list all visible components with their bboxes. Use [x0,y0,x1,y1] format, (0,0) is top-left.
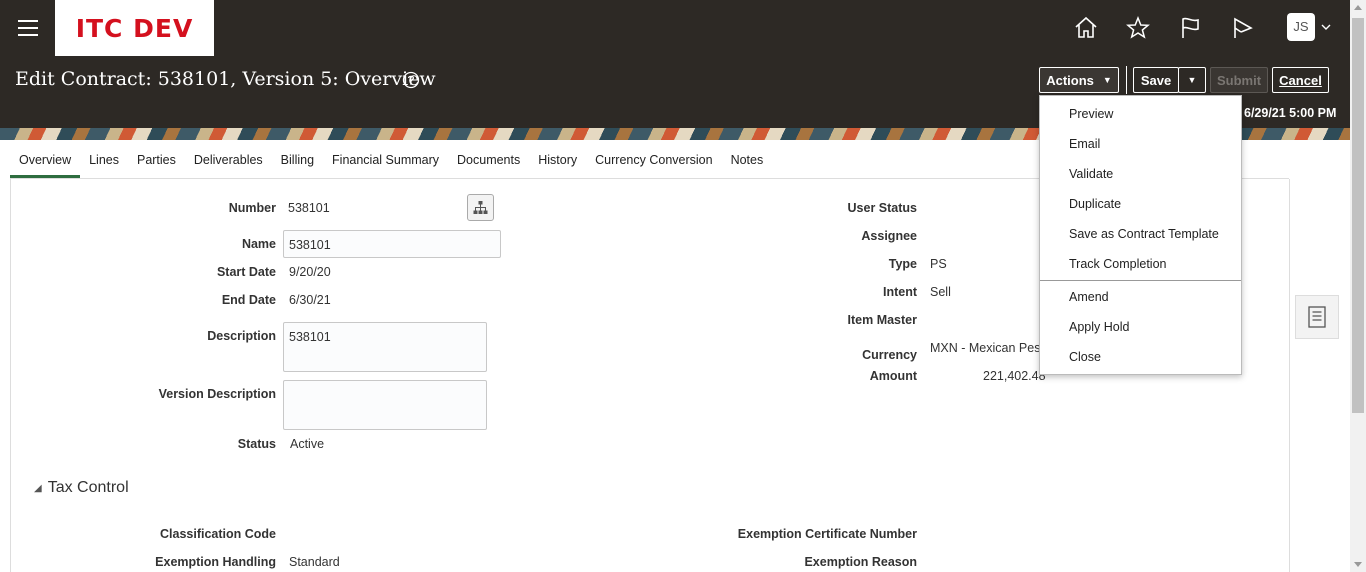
tab-parties[interactable]: Parties [128,146,185,178]
menu-item-amend[interactable]: Amend [1069,290,1109,304]
tab-documents[interactable]: Documents [448,146,529,178]
user-avatar[interactable]: JS [1287,13,1315,41]
menu-item-duplicate[interactable]: Duplicate [1069,197,1121,211]
end-date-value: 6/30/21 [289,293,331,307]
tab-billing[interactable]: Billing [272,146,323,178]
version-description-label: Version Description [158,387,276,401]
number-value: 538101 [288,201,330,215]
tab-currency-conversion[interactable]: Currency Conversion [586,146,721,178]
caret-down-icon: ▼ [1102,75,1112,85]
intent-value: Sell [930,285,951,299]
type-label: Type [888,257,917,271]
toolbar-divider [1126,66,1127,94]
amount-value: 221,402.48 [983,369,1046,383]
intent-label: Intent [882,285,917,299]
number-label: Number [228,201,276,215]
navigator-menu-icon[interactable] [18,20,38,36]
end-date-label: End Date [221,293,276,307]
collapse-triangle-icon: ◢ [34,482,42,494]
actions-menu: Preview Email Validate Duplicate Save as… [1039,95,1242,375]
user-status-label: User Status [847,201,917,215]
tab-notes[interactable]: Notes [722,146,773,178]
chevron-down-icon[interactable] [1320,20,1332,38]
menu-item-email[interactable]: Email [1069,137,1100,151]
hierarchy-icon [473,201,488,214]
tax-control-section-header[interactable]: ◢ Tax Control [34,479,129,497]
start-date-value: 9/20/20 [289,265,331,279]
actions-label: Actions [1046,72,1094,88]
menu-item-preview[interactable]: Preview [1069,107,1113,121]
version-description-textarea[interactable] [283,380,487,430]
save-button[interactable]: Save [1133,67,1179,93]
menu-item-validate[interactable]: Validate [1069,167,1113,181]
scroll-down-arrow-icon[interactable] [1354,562,1362,567]
cancel-button[interactable]: Cancel [1272,67,1329,93]
start-date-label: Start Date [216,265,276,279]
exemption-handling-value: Standard [289,555,340,569]
scrollbar-thumb[interactable] [1352,18,1364,413]
description-label: Description [207,329,276,343]
name-input[interactable]: 538101 [283,230,501,258]
status-label: Status [237,437,276,451]
menu-item-close[interactable]: Close [1069,350,1101,364]
assignee-label: Assignee [861,229,917,243]
type-value: PS [930,257,947,271]
menu-item-apply-hold[interactable]: Apply Hold [1069,320,1129,334]
scroll-up-arrow-icon[interactable] [1354,5,1362,10]
menu-item-track-completion[interactable]: Track Completion [1069,257,1167,271]
notifications-flag-icon[interactable] [1176,14,1204,42]
item-master-label: Item Master [847,313,917,327]
brand-text: ITC DEV [75,13,194,43]
exemption-reason-label: Exemption Reason [804,555,917,569]
menu-divider [1040,280,1241,281]
caret-down-icon: ▼ [1187,75,1197,85]
tab-financial-summary[interactable]: Financial Summary [323,146,448,178]
actions-button[interactable]: Actions ▼ [1039,67,1119,93]
exemption-handling-label: Exemption Handling [155,555,276,569]
save-options-button[interactable]: ▼ [1178,67,1206,93]
document-panel-button[interactable] [1295,295,1339,339]
menu-item-save-as-template[interactable]: Save as Contract Template [1069,227,1219,241]
amount-label: Amount [869,369,917,383]
date-time-text: 6/29/21 5:00 PM [1244,106,1337,120]
help-icon[interactable] [402,71,420,94]
classification-code-label: Classification Code [160,527,276,541]
status-value: Active [290,437,325,451]
page-title: Edit Contract: 538101, Version 5: Overvi… [15,68,436,90]
exemption-certificate-label: Exemption Certificate Number [737,527,917,541]
tab-bar: Overview Lines Parties Deliverables Bill… [10,146,772,178]
brand-logo[interactable]: ITC DEV [55,0,214,56]
submit-button[interactable]: Submit [1210,67,1268,93]
name-label: Name [241,237,276,251]
home-icon[interactable] [1072,14,1100,42]
tab-lines[interactable]: Lines [80,146,128,178]
contract-hierarchy-button[interactable] [467,194,494,221]
description-textarea[interactable]: 538101 [283,322,487,372]
document-icon [1308,306,1326,328]
tab-history[interactable]: History [529,146,586,178]
watchlist-icon[interactable] [1228,14,1256,42]
tab-deliverables[interactable]: Deliverables [185,146,272,178]
tax-control-title: Tax Control [47,479,129,496]
currency-label: Currency [862,348,917,362]
favorites-star-icon[interactable] [1124,14,1152,42]
tab-overview[interactable]: Overview [10,146,81,178]
currency-value: MXN - Mexican Peso [930,341,1048,355]
